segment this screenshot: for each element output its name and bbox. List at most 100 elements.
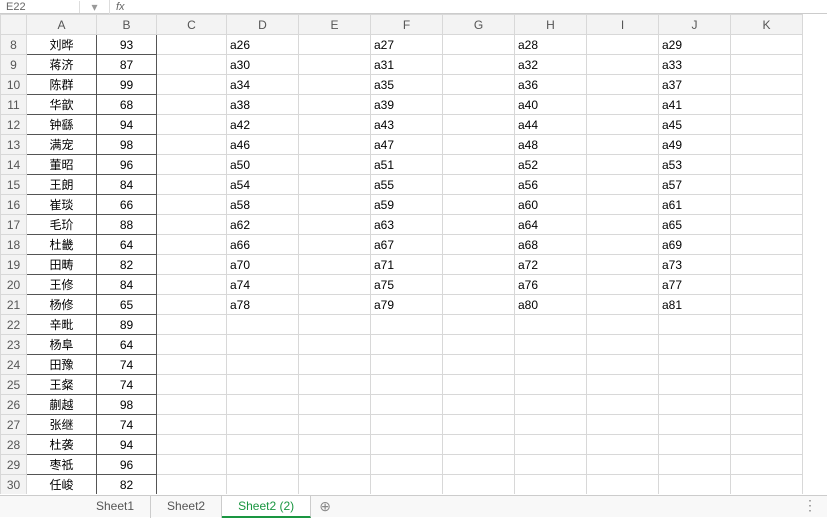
cell-B20[interactable]: 84 [97, 275, 157, 295]
cell-F18[interactable]: a67 [371, 235, 443, 255]
cell-B26[interactable]: 98 [97, 395, 157, 415]
cell-K8[interactable] [731, 35, 803, 55]
col-header-K[interactable]: K [731, 15, 803, 35]
cell-C17[interactable] [157, 215, 227, 235]
cell-K30[interactable] [731, 475, 803, 495]
cell-J15[interactable]: a57 [659, 175, 731, 195]
cell-J10[interactable]: a37 [659, 75, 731, 95]
cell-J30[interactable] [659, 475, 731, 495]
cell-G25[interactable] [443, 375, 515, 395]
cell-E24[interactable] [299, 355, 371, 375]
col-header-E[interactable]: E [299, 15, 371, 35]
cell-K20[interactable] [731, 275, 803, 295]
cell-D30[interactable] [227, 475, 299, 495]
cell-E16[interactable] [299, 195, 371, 215]
cell-D27[interactable] [227, 415, 299, 435]
row-header-11[interactable]: 11 [1, 95, 27, 115]
cell-C30[interactable] [157, 475, 227, 495]
cell-A28[interactable]: 杜袭 [27, 435, 97, 455]
cell-A22[interactable]: 辛毗 [27, 315, 97, 335]
cell-F23[interactable] [371, 335, 443, 355]
cell-F27[interactable] [371, 415, 443, 435]
cell-H19[interactable]: a72 [515, 255, 587, 275]
cell-B27[interactable]: 74 [97, 415, 157, 435]
cell-B13[interactable]: 98 [97, 135, 157, 155]
cell-I27[interactable] [587, 415, 659, 435]
cell-D17[interactable]: a62 [227, 215, 299, 235]
cell-H20[interactable]: a76 [515, 275, 587, 295]
cell-E12[interactable] [299, 115, 371, 135]
cell-C12[interactable] [157, 115, 227, 135]
cell-F25[interactable] [371, 375, 443, 395]
cell-H10[interactable]: a36 [515, 75, 587, 95]
cell-D24[interactable] [227, 355, 299, 375]
cell-G21[interactable] [443, 295, 515, 315]
cell-K28[interactable] [731, 435, 803, 455]
cell-I22[interactable] [587, 315, 659, 335]
sheet-tab-Sheet1[interactable]: Sheet1 [80, 496, 151, 518]
cell-C16[interactable] [157, 195, 227, 215]
cell-D9[interactable]: a30 [227, 55, 299, 75]
tab-menu-icon[interactable]: ⋮ [803, 497, 819, 514]
select-all-corner[interactable] [1, 15, 27, 35]
cell-E20[interactable] [299, 275, 371, 295]
cell-F24[interactable] [371, 355, 443, 375]
cell-E28[interactable] [299, 435, 371, 455]
cell-I30[interactable] [587, 475, 659, 495]
cell-A25[interactable]: 王粲 [27, 375, 97, 395]
cell-G16[interactable] [443, 195, 515, 215]
row-header-23[interactable]: 23 [1, 335, 27, 355]
cell-A18[interactable]: 杜畿 [27, 235, 97, 255]
cell-J16[interactable]: a61 [659, 195, 731, 215]
cell-K25[interactable] [731, 375, 803, 395]
cell-H18[interactable]: a68 [515, 235, 587, 255]
row-header-15[interactable]: 15 [1, 175, 27, 195]
cell-J8[interactable]: a29 [659, 35, 731, 55]
fx-icon[interactable] [110, 1, 131, 13]
cell-D8[interactable]: a26 [227, 35, 299, 55]
cell-E13[interactable] [299, 135, 371, 155]
cell-I24[interactable] [587, 355, 659, 375]
cell-B22[interactable]: 89 [97, 315, 157, 335]
new-sheet-button[interactable]: ⊕ [311, 498, 339, 515]
cell-I18[interactable] [587, 235, 659, 255]
cell-J29[interactable] [659, 455, 731, 475]
cell-E22[interactable] [299, 315, 371, 335]
cell-B25[interactable]: 74 [97, 375, 157, 395]
cell-A16[interactable]: 崔琰 [27, 195, 97, 215]
row-header-9[interactable]: 9 [1, 55, 27, 75]
row-header-18[interactable]: 18 [1, 235, 27, 255]
cell-G8[interactable] [443, 35, 515, 55]
cell-C10[interactable] [157, 75, 227, 95]
cell-G14[interactable] [443, 155, 515, 175]
cell-K23[interactable] [731, 335, 803, 355]
cell-A26[interactable]: 蒯越 [27, 395, 97, 415]
cell-C13[interactable] [157, 135, 227, 155]
cell-F30[interactable] [371, 475, 443, 495]
cell-C20[interactable] [157, 275, 227, 295]
cell-F19[interactable]: a71 [371, 255, 443, 275]
cell-H28[interactable] [515, 435, 587, 455]
cell-J12[interactable]: a45 [659, 115, 731, 135]
cell-C25[interactable] [157, 375, 227, 395]
cell-I9[interactable] [587, 55, 659, 75]
cell-B11[interactable]: 68 [97, 95, 157, 115]
cell-B16[interactable]: 66 [97, 195, 157, 215]
cell-B15[interactable]: 84 [97, 175, 157, 195]
cell-C15[interactable] [157, 175, 227, 195]
cell-D11[interactable]: a38 [227, 95, 299, 115]
cell-H21[interactable]: a80 [515, 295, 587, 315]
cell-E11[interactable] [299, 95, 371, 115]
row-header-28[interactable]: 28 [1, 435, 27, 455]
cell-B23[interactable]: 64 [97, 335, 157, 355]
cell-F12[interactable]: a43 [371, 115, 443, 135]
cell-K17[interactable] [731, 215, 803, 235]
cell-D19[interactable]: a70 [227, 255, 299, 275]
row-header-19[interactable]: 19 [1, 255, 27, 275]
cell-C11[interactable] [157, 95, 227, 115]
col-header-F[interactable]: F [371, 15, 443, 35]
cell-I11[interactable] [587, 95, 659, 115]
cell-I23[interactable] [587, 335, 659, 355]
cell-I20[interactable] [587, 275, 659, 295]
cell-H16[interactable]: a60 [515, 195, 587, 215]
